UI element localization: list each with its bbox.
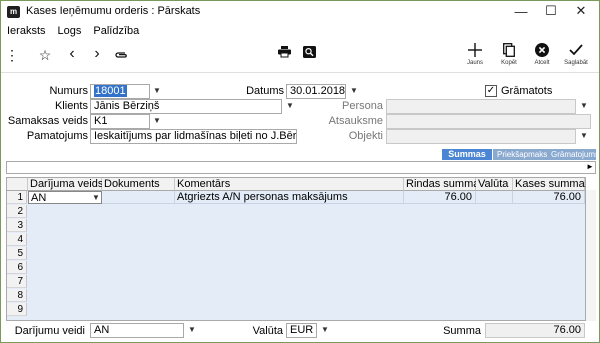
cell-rindas-summa[interactable]: 76.00: [404, 191, 476, 204]
persona-field[interactable]: [386, 99, 576, 114]
print-icon[interactable]: [276, 44, 292, 60]
toolbar: ⋮ ☆ ‹ › Jauns Kopēt Atcelt Saglabāt: [1, 39, 599, 73]
summa-field: 76.00: [485, 323, 585, 338]
chevron-down-icon[interactable]: ▼: [187, 325, 197, 335]
chevron-left-icon[interactable]: ‹: [65, 45, 79, 62]
pamatojums-field[interactable]: Ieskaitījums par lidmašīnas biļeti no J.…: [90, 129, 297, 144]
title-bar: m Kases Ieņēmumu orderis : Pārskats — ☐ …: [1, 1, 599, 23]
samaksas-veids-label: Samaksas veids: [7, 115, 88, 127]
numurs-value: 18001: [94, 85, 127, 97]
chevron-right-icon[interactable]: ►: [586, 162, 594, 171]
valuta-label: Valūta: [252, 325, 283, 337]
cell-komentars[interactable]: Atgriezts A/N personas maksājums: [175, 191, 404, 204]
chevron-down-icon[interactable]: ▼: [579, 101, 589, 111]
save-button[interactable]: Saglabāt: [560, 40, 592, 72]
window-title: Kases Ieņēmumu orderis : Pārskats: [26, 5, 201, 17]
cell-valuta[interactable]: [476, 191, 513, 204]
chevron-down-icon[interactable]: ▼: [579, 131, 589, 141]
cancel-button[interactable]: Atcelt: [526, 40, 558, 72]
app-window: m Kases Ieņēmumu orderis : Pārskats — ☐ …: [0, 0, 600, 343]
row-number: 7: [7, 275, 27, 288]
chevron-down-icon[interactable]: ▼: [285, 101, 295, 111]
transactions-table: Darījuma veids Dokuments Komentārs Rinda…: [6, 177, 586, 321]
row-number: 1: [7, 191, 27, 204]
tab-prieksapmaksu[interactable]: Priekšapmaksu: [493, 149, 552, 160]
gramatots-checkbox[interactable]: ✓: [485, 85, 497, 97]
chevron-down-icon[interactable]: ▼: [91, 193, 101, 203]
row-number: 4: [7, 233, 27, 246]
new-button[interactable]: Jauns: [459, 40, 491, 72]
menu-bar: Ieraksts Logs Palīdzība: [1, 23, 599, 39]
row-number: 9: [7, 303, 27, 316]
app-icon: m: [7, 6, 20, 18]
filter-input[interactable]: [6, 161, 596, 174]
tab-summas[interactable]: Summas: [442, 149, 492, 160]
save-button-label: Saglabāt: [564, 60, 588, 66]
copy-button-label: Kopēt: [501, 60, 517, 66]
col-valuta[interactable]: Valūta: [476, 178, 513, 191]
klients-label: Klients: [54, 100, 88, 112]
samaksas-veids-field[interactable]: K1: [90, 114, 150, 129]
chevron-down-icon[interactable]: ▼: [152, 86, 162, 96]
row-number: 6: [7, 261, 27, 274]
gramatots-label: Grāmatots: [501, 85, 553, 97]
col-rindas-summa[interactable]: Rindas summa: [404, 178, 479, 191]
check-icon: [560, 40, 592, 60]
new-button-label: Jauns: [466, 60, 483, 66]
star-icon[interactable]: ☆: [37, 47, 53, 63]
numurs-field[interactable]: 18001: [90, 84, 150, 99]
minimize-icon[interactable]: —: [506, 1, 536, 21]
plus-icon: [459, 40, 491, 60]
cell-dokuments[interactable]: [102, 191, 175, 204]
objekti-label: Objekti: [348, 130, 383, 142]
numurs-label: Numurs: [49, 85, 88, 97]
atsauksme-label: Atsauksme: [328, 115, 383, 127]
vertical-scrollbar[interactable]: [586, 190, 596, 321]
tab-gramatojums[interactable]: Grāmatojums: [547, 149, 599, 160]
chevron-down-icon[interactable]: ▼: [152, 116, 162, 126]
darijumu-veidi-field[interactable]: AN: [90, 323, 184, 338]
col-komentars[interactable]: Komentārs: [175, 178, 404, 191]
attachment-icon[interactable]: [113, 47, 129, 63]
row-number: 3: [7, 219, 27, 232]
menu-logs[interactable]: Logs: [58, 25, 82, 37]
col-darijuma-veids[interactable]: Darījuma veids: [28, 178, 103, 191]
row-number: 2: [7, 205, 27, 218]
chevron-down-icon[interactable]: ▼: [320, 325, 330, 335]
row-number: 8: [7, 289, 27, 302]
darijumu-veidi-label: Darījumu veidi: [14, 325, 85, 337]
row-number: 5: [7, 247, 27, 260]
maximize-icon[interactable]: ☐: [536, 1, 566, 21]
menu-palidziba[interactable]: Palīdzība: [93, 25, 139, 37]
chevron-down-icon[interactable]: ▼: [349, 86, 359, 96]
chevron-right-icon[interactable]: ›: [90, 45, 104, 62]
objekti-field[interactable]: [386, 129, 576, 144]
summa-label: Summa: [443, 325, 481, 337]
more-vert-icon[interactable]: ⋮: [5, 47, 19, 63]
cancel-button-label: Atcelt: [534, 60, 550, 66]
row-number-header: [7, 178, 28, 191]
copy-icon: [493, 40, 525, 60]
cell-kases-summa[interactable]: 76.00: [513, 191, 585, 204]
datums-label: Datums: [246, 85, 284, 97]
col-dokuments[interactable]: Dokuments: [102, 178, 175, 191]
col-kases-summa[interactable]: Kases summa: [513, 178, 585, 191]
cancel-icon: [526, 40, 558, 60]
search-icon[interactable]: [301, 44, 317, 60]
menu-ieraksts[interactable]: Ieraksts: [7, 25, 46, 37]
persona-label: Persona: [342, 100, 383, 112]
klients-field[interactable]: Jānis Bērziņš: [90, 99, 282, 114]
close-icon[interactable]: ✕: [566, 1, 596, 21]
copy-button[interactable]: Kopēt: [493, 40, 525, 72]
pamatojums-label: Pamatojums: [26, 130, 88, 142]
datums-field[interactable]: 30.01.2018: [286, 84, 346, 99]
atsauksme-field[interactable]: [386, 114, 591, 129]
valuta-field[interactable]: EUR: [286, 323, 317, 338]
